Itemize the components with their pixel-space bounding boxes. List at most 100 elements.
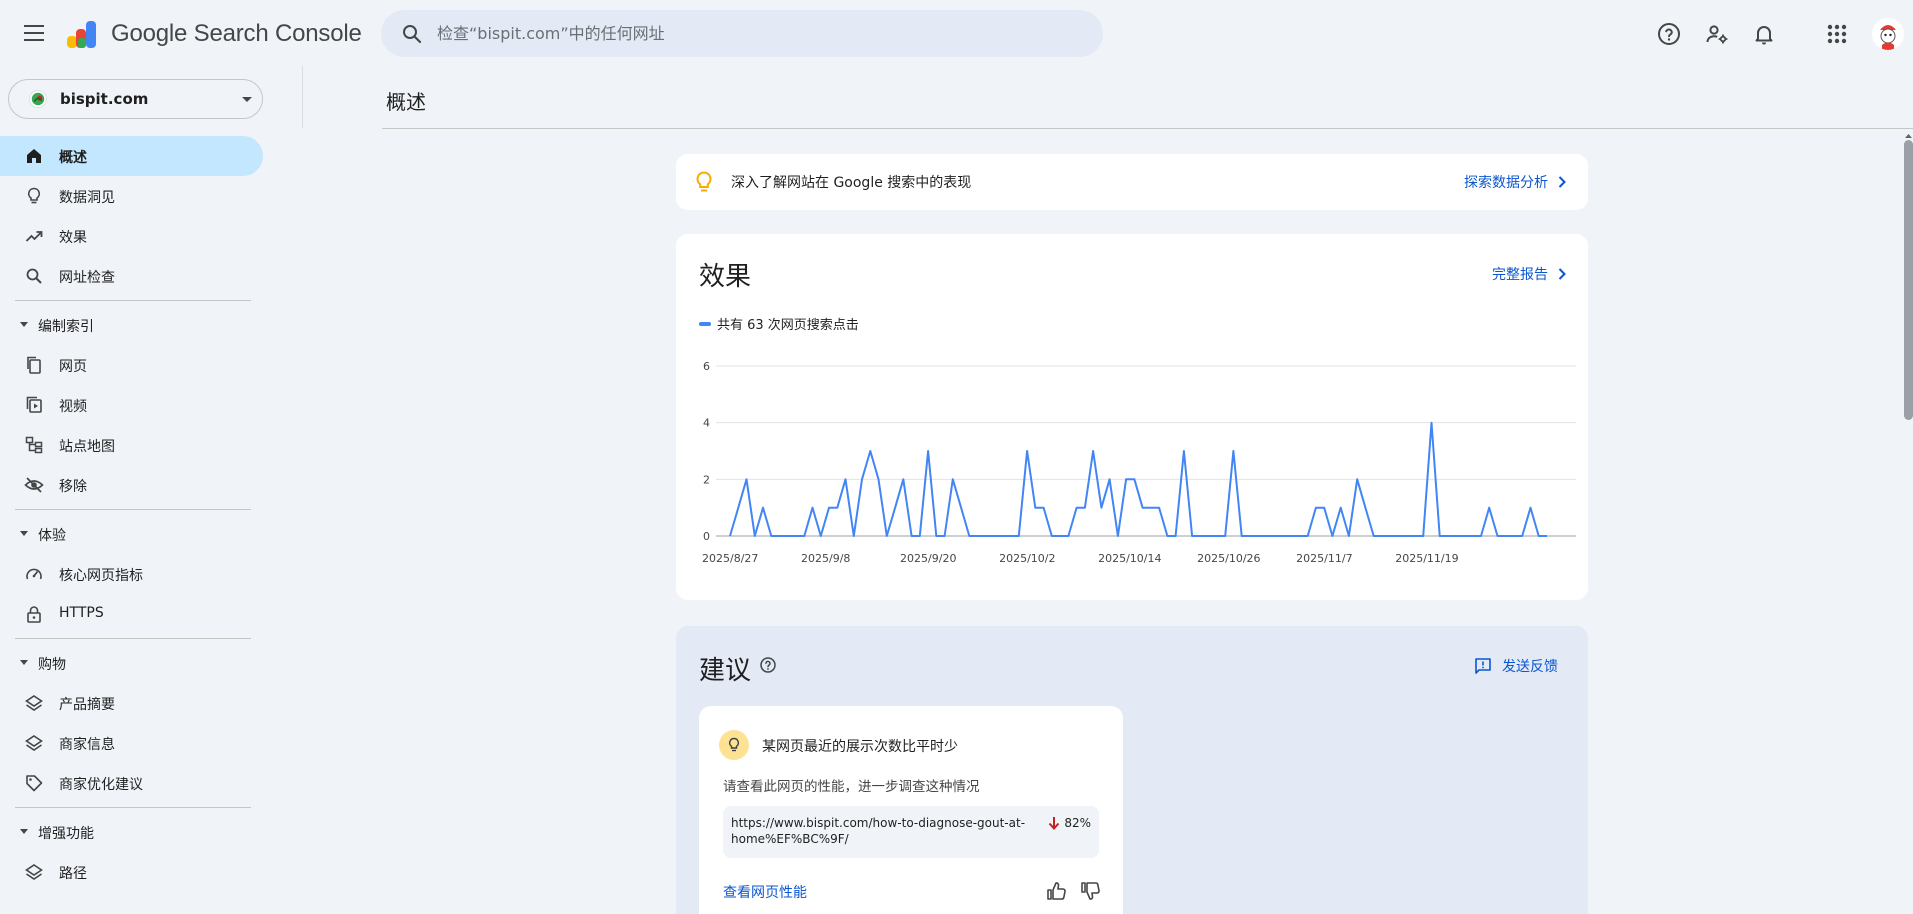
x-tick-label: 2025/10/14 (1098, 552, 1161, 565)
property-selector[interactable]: bispit.com (8, 79, 263, 119)
sidebar-item-label: 视频 (59, 399, 87, 415)
y-tick-label: 2 (703, 473, 710, 486)
menu-icon (24, 32, 44, 34)
help-icon[interactable] (759, 656, 777, 674)
visibility-off-icon (24, 475, 44, 495)
divider (15, 807, 251, 808)
send-feedback-label: 发送反馈 (1502, 659, 1558, 675)
search-input[interactable] (437, 10, 1077, 57)
x-tick-label: 2025/10/26 (1197, 552, 1260, 565)
insights-banner-text: 深入了解网站在 Google 搜索中的表现 (731, 175, 972, 191)
insights-banner: 深入了解网站在 Google 搜索中的表现 探索数据分析 (676, 154, 1588, 210)
full-report-link[interactable]: 完整报告 (1492, 264, 1566, 284)
sidebar-group-label: 购物 (38, 657, 66, 673)
sidebar-item-label: 站点地图 (59, 439, 115, 455)
sidebar-item-label: 网址检查 (59, 270, 115, 286)
tag-icon (24, 773, 44, 793)
chevron-right-icon (1558, 176, 1566, 188)
sidebar-item-label: HTTPS (59, 605, 104, 621)
bell-icon (1755, 26, 1773, 45)
divider (382, 128, 1913, 129)
top-bar: Google Search Console (0, 0, 1913, 66)
user-settings-button[interactable] (1703, 20, 1731, 48)
lightbulb-icon (696, 171, 712, 192)
page-scrollbar[interactable] (1904, 140, 1913, 420)
url-inspection-search[interactable] (381, 10, 1103, 57)
help-icon (1658, 23, 1680, 45)
chevron-down-icon (242, 97, 252, 102)
sidebar-item-product-snippets[interactable]: 产品摘要 (0, 683, 263, 723)
sidebar-item-pages[interactable]: 网页 (0, 345, 263, 385)
sidebar-item-url-inspection[interactable]: 网址检查 (0, 256, 263, 296)
sidebar-item-performance[interactable]: 效果 (0, 216, 263, 256)
sidebar-item-overview[interactable]: 概述 (0, 136, 263, 176)
search-icon[interactable] (400, 22, 424, 46)
sidebar-item-label: 商家优化建议 (59, 777, 143, 793)
sidebar-item-label: 商家信息 (59, 737, 115, 753)
legend-swatch (699, 321, 711, 326)
y-tick-label: 6 (703, 360, 710, 373)
collapse-triangle-icon (20, 829, 28, 834)
apps-grid-icon (1827, 24, 1847, 44)
affected-url-row: https://www.bispit.com/how-to-diagnose-g… (723, 806, 1099, 858)
pages-icon (24, 355, 44, 375)
performance-card: 效果 完整报告 共有 63 次网页搜索点击 0 2 4 6 2025/8/27 2025/… (676, 234, 1588, 600)
scroll-up-icon[interactable] (1904, 132, 1913, 140)
notifications-button[interactable] (1750, 20, 1778, 48)
sidebar-item-breadcrumbs[interactable]: 路径 (0, 852, 263, 892)
sidebar-item-videos[interactable]: 视频 (0, 385, 263, 425)
sidebar-item-label: 概述 (59, 150, 87, 166)
app-title[interactable]: Google Search Console (111, 20, 362, 48)
view-page-performance-link[interactable]: 查看网页性能 (723, 882, 807, 902)
sidebar-group-indexing[interactable]: 编制索引 (0, 305, 263, 345)
sidebar-item-core-web-vitals[interactable]: 核心网页指标 (0, 554, 263, 594)
explore-insights-link[interactable]: 探索数据分析 (1464, 172, 1566, 192)
change-badge: 82% (1048, 816, 1091, 830)
sidebar-group-shopping[interactable]: 购物 (0, 643, 263, 683)
arrow-down-icon (1049, 817, 1060, 830)
feedback-icon (1475, 658, 1491, 674)
suggestions-heading: 建议 (699, 656, 752, 686)
help-button[interactable] (1655, 20, 1683, 48)
x-tick-label: 2025/11/7 (1296, 552, 1352, 565)
main-menu-button[interactable] (20, 20, 50, 46)
sidebar-item-sitemaps[interactable]: 站点地图 (0, 425, 263, 465)
collapse-triangle-icon (20, 660, 28, 665)
sidebar-group-experience[interactable]: 体验 (0, 514, 263, 554)
sitemap-icon (24, 435, 44, 455)
performance-heading: 效果 (699, 262, 752, 292)
sidebar-item-removals[interactable]: 移除 (0, 465, 263, 505)
sidebar-item-merchant-opportunities[interactable]: 商家优化建议 (0, 763, 263, 803)
apps-button[interactable] (1823, 20, 1851, 48)
clicks-line-chart[interactable]: 0 2 4 6 2025/8/27 2025/9/8 2025/9/20 2025/10/2 2… (676, 344, 1588, 584)
sidebar-item-insights[interactable]: 数据洞见 (0, 176, 263, 216)
sidebar-item-label: 路径 (59, 866, 87, 882)
divider (15, 638, 251, 639)
account-avatar[interactable] (1872, 18, 1904, 50)
thumbs-down-icon[interactable] (1079, 880, 1101, 902)
speed-gauge-icon (24, 564, 44, 584)
x-tick-label: 2025/11/19 (1395, 552, 1458, 565)
layers-icon (24, 733, 44, 753)
thumbs-up-icon[interactable] (1045, 880, 1067, 902)
sidebar-item-label: 移除 (59, 479, 87, 495)
sidebar-group-label: 编制索引 (38, 319, 94, 335)
divider (15, 300, 251, 301)
x-tick-label: 2025/8/27 (702, 552, 758, 565)
trending-up-icon (24, 226, 44, 246)
divider (302, 66, 303, 128)
y-tick-label: 0 (703, 530, 710, 543)
chart-legend[interactable]: 共有 63 次网页搜索点击 (699, 314, 859, 333)
collapse-triangle-icon (20, 531, 28, 536)
x-tick-label: 2025/9/20 (900, 552, 956, 565)
property-name: bispit.com (60, 90, 149, 108)
send-feedback-button[interactable]: 发送反馈 (1474, 656, 1558, 676)
affected-url: https://www.bispit.com/how-to-diagnose-g… (731, 816, 1026, 846)
sidebar-item-https[interactable]: HTTPS (0, 594, 263, 634)
sidebar-group-enhancements[interactable]: 增强功能 (0, 812, 263, 852)
sidebar-item-merchant-listings[interactable]: 商家信息 (0, 723, 263, 763)
chevron-right-icon (1558, 268, 1566, 280)
lock-icon (24, 604, 44, 624)
suggestion-description: 请查看此网页的性能，进一步调查这种情况 (723, 779, 980, 795)
search-console-logo-icon (67, 21, 96, 48)
